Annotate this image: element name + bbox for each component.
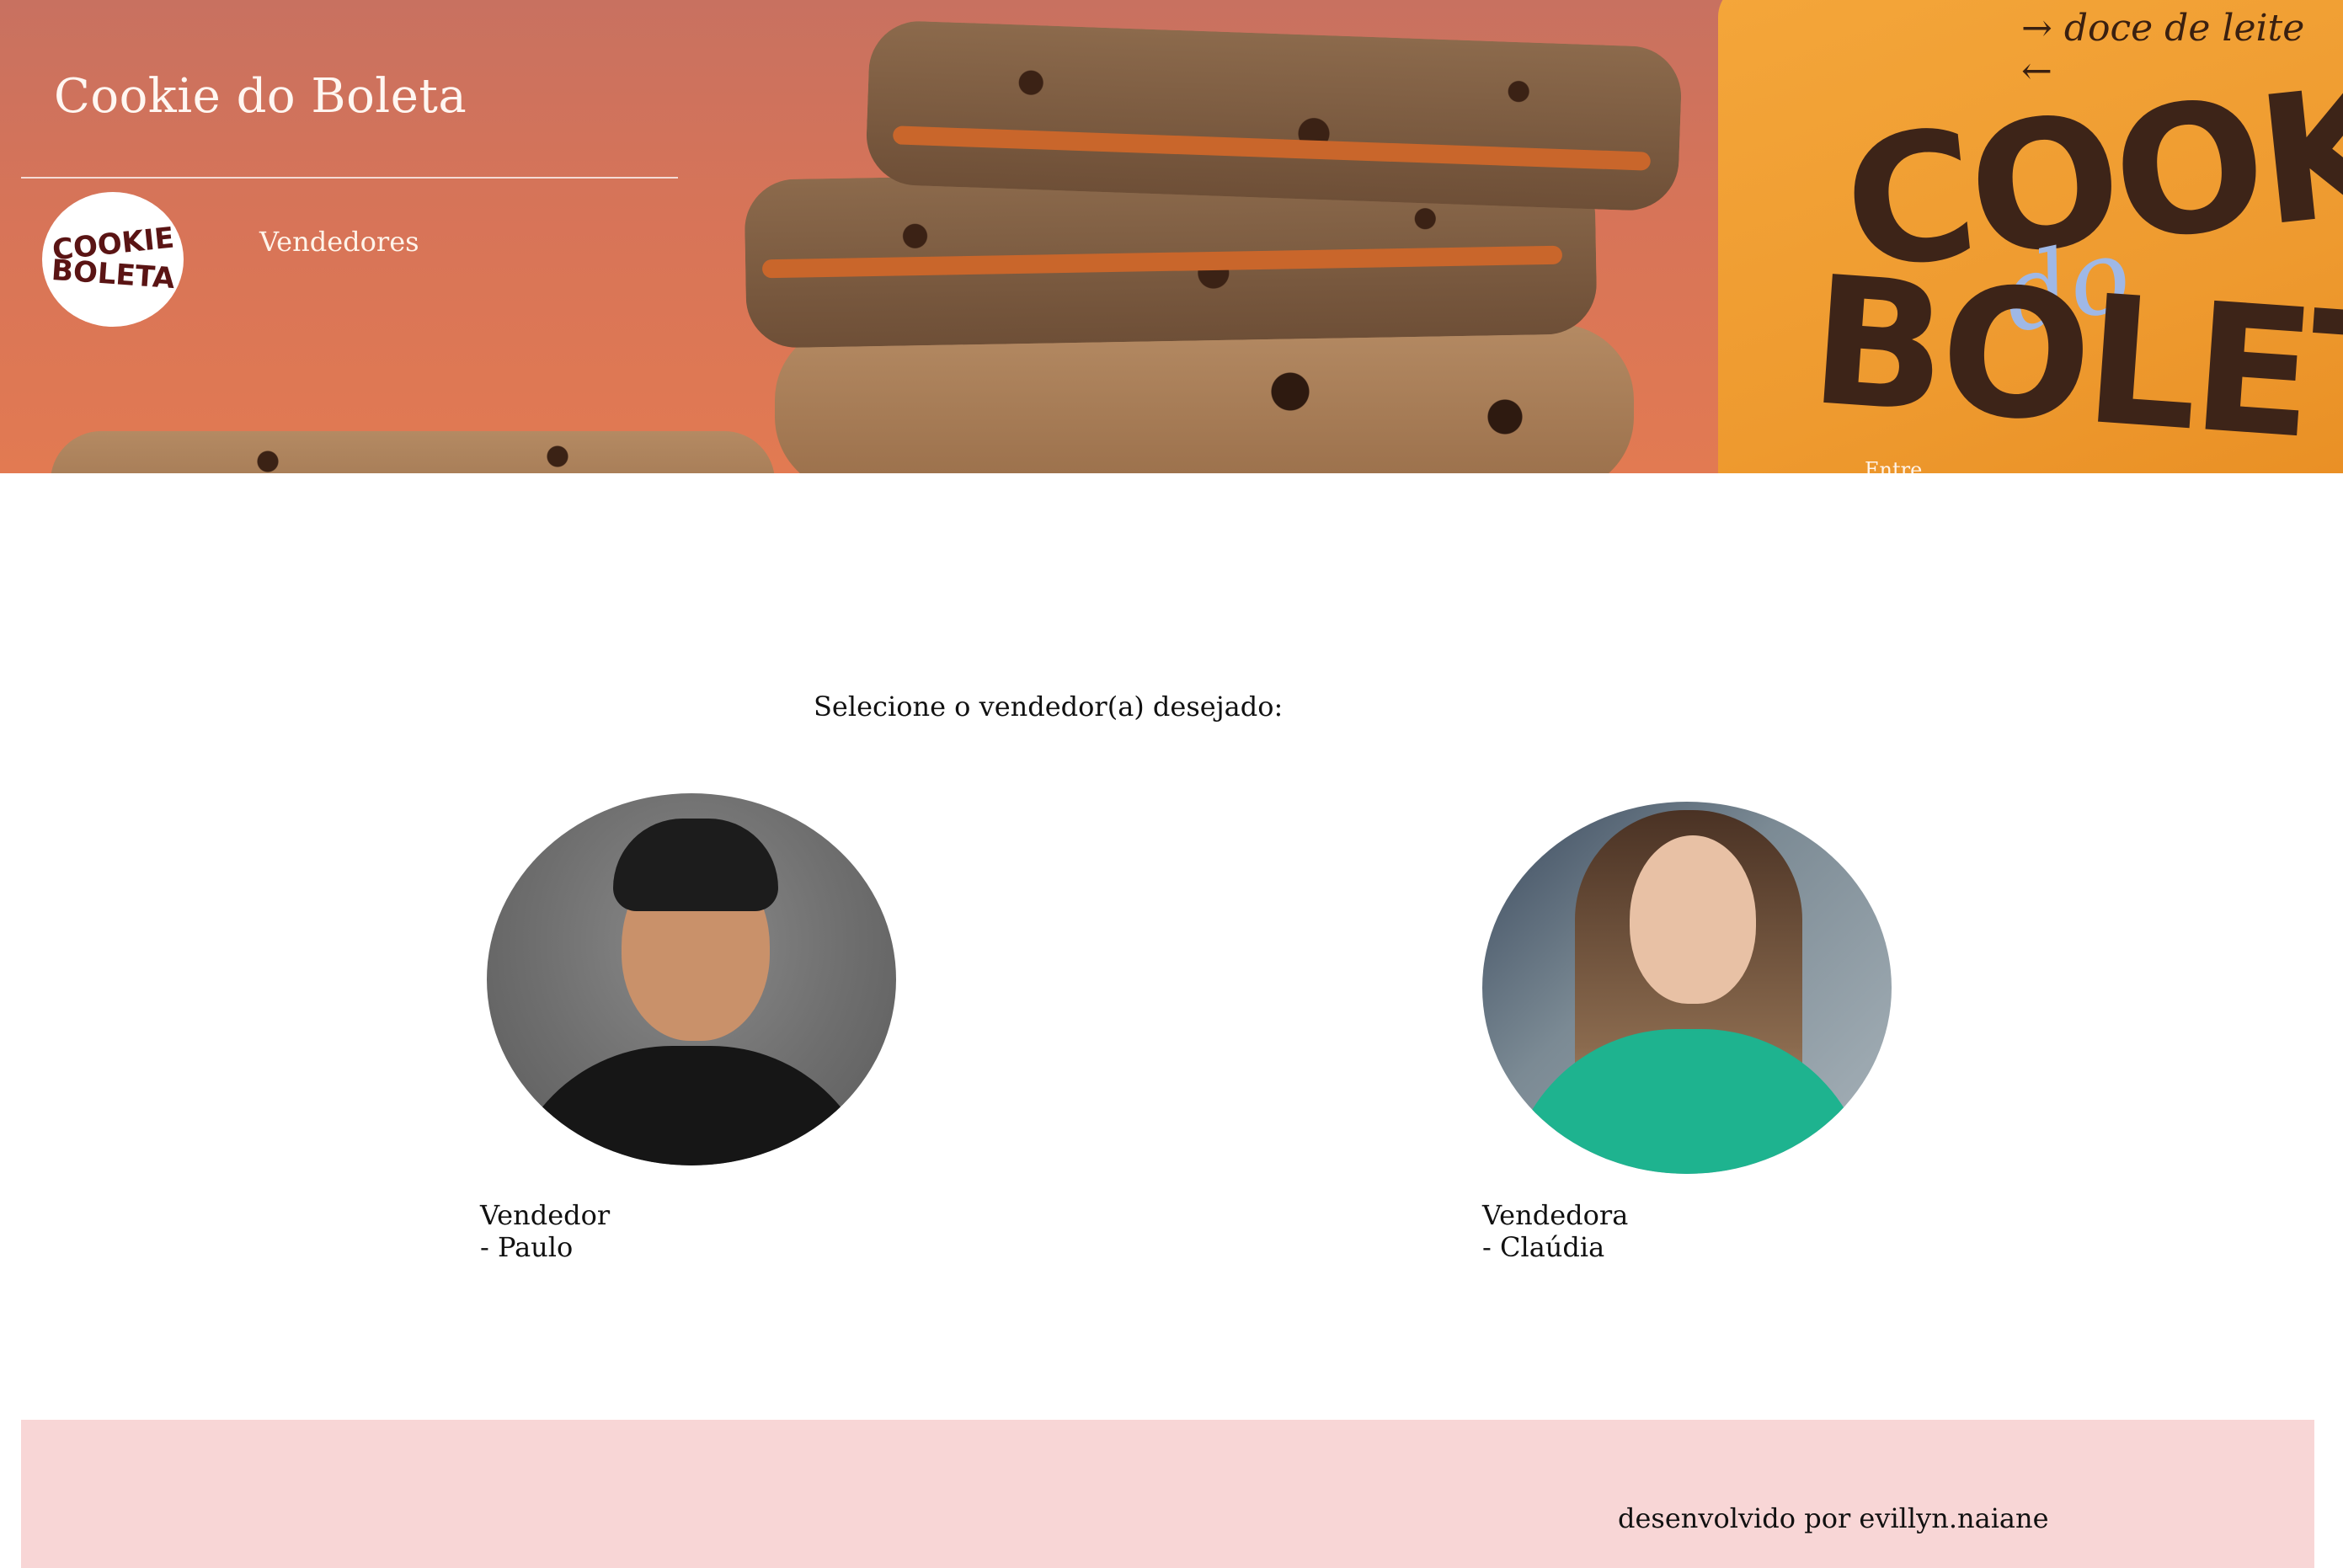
- brand-logo[interactable]: COOKIE BOLETA: [42, 192, 184, 327]
- cookie-image-top: [864, 19, 1684, 212]
- footer-credit: desenvolvido por evillyn.naiane: [1618, 1502, 2049, 1534]
- seller-name-paulo[interactable]: Vendedor - Paulo: [480, 1199, 610, 1263]
- photo-shirt: [1508, 1029, 1870, 1174]
- seller-photo-claudia[interactable]: [1482, 802, 1892, 1174]
- site-title: Cookie do Boleta: [54, 69, 467, 124]
- page-footer: desenvolvido por evillyn.naiane: [21, 1420, 2314, 1568]
- cookie-image-bottom: [775, 324, 1634, 473]
- header-divider: [21, 177, 678, 179]
- cookie-image-left: [51, 431, 775, 473]
- photo-face: [1630, 835, 1756, 1004]
- seller-photo-paulo[interactable]: [487, 793, 896, 1165]
- seller-name-claudia[interactable]: Vendedora - Claúdia: [1482, 1199, 1628, 1263]
- hero-overflow-text: Entre: [1865, 458, 1923, 473]
- photo-hair: [613, 819, 778, 911]
- package-brand-line2: BOLETA: [1804, 237, 2343, 473]
- select-seller-prompt: Selecione o vendedor(a) desejado:: [814, 691, 1284, 723]
- logo-text-line2: BOLETA: [50, 253, 176, 296]
- photo-shirt: [504, 1046, 879, 1165]
- hero-banner: → doce de leite ← COOKIE do BOLETA Cooki…: [0, 0, 2343, 473]
- nav-link-vendedores[interactable]: Vendedores: [259, 226, 419, 258]
